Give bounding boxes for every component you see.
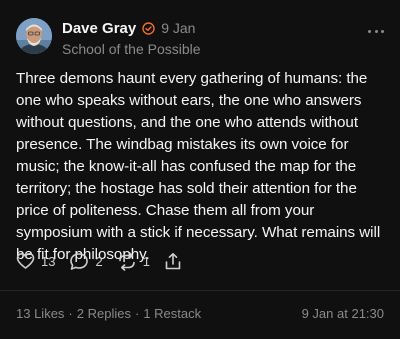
post-card: Dave Gray 9 Jan School of the Possible T… (0, 0, 400, 339)
dot (368, 29, 371, 33)
separator: · (134, 306, 140, 321)
restack-button[interactable]: 1 (117, 251, 150, 271)
post-footer: 13 Likes · 2 Replies · 1 Restack 9 Jan at 21… (16, 306, 384, 322)
more-options-icon[interactable] (368, 28, 384, 34)
reply-count: 2 (95, 253, 103, 269)
restack-icon (117, 251, 137, 271)
author-name[interactable]: Dave Gray (62, 20, 136, 37)
share-button[interactable] (164, 252, 182, 271)
separator: · (68, 306, 73, 321)
verified-badge-icon (142, 21, 155, 35)
footer-stats: 13 Likes · 2 Replies · 1 Restack (16, 306, 201, 321)
avatar[interactable] (16, 18, 52, 54)
footer-timestamp: 9 Jan at 21:30 (301, 306, 384, 321)
like-button[interactable]: 13 (16, 252, 55, 270)
restack-count: 1 (142, 253, 150, 269)
dot (374, 29, 378, 33)
footer-restacks-link[interactable]: 1 Restack (143, 306, 201, 321)
action-bar: 13 2 1 (16, 250, 196, 272)
footer-replies-link[interactable]: 2 Replies (77, 306, 131, 321)
name-row: Dave Gray 9 Jan (62, 18, 384, 38)
divider (0, 290, 400, 291)
author-subtitle[interactable]: School of the Possible (62, 41, 384, 57)
post-header: Dave Gray 9 Jan School of the Possible (62, 18, 384, 58)
like-count: 13 (41, 253, 56, 269)
post-body: Three demons haunt every gathering of hu… (16, 70, 381, 263)
reply-button[interactable]: 2 (69, 252, 103, 271)
comment-icon (69, 252, 89, 271)
avatar-photo (16, 18, 52, 54)
heart-icon (16, 252, 35, 270)
dot (381, 29, 384, 33)
footer-likes-link[interactable]: 13 Likes (16, 306, 64, 321)
share-icon (164, 252, 182, 271)
post-date[interactable]: 9 Jan (161, 20, 195, 36)
